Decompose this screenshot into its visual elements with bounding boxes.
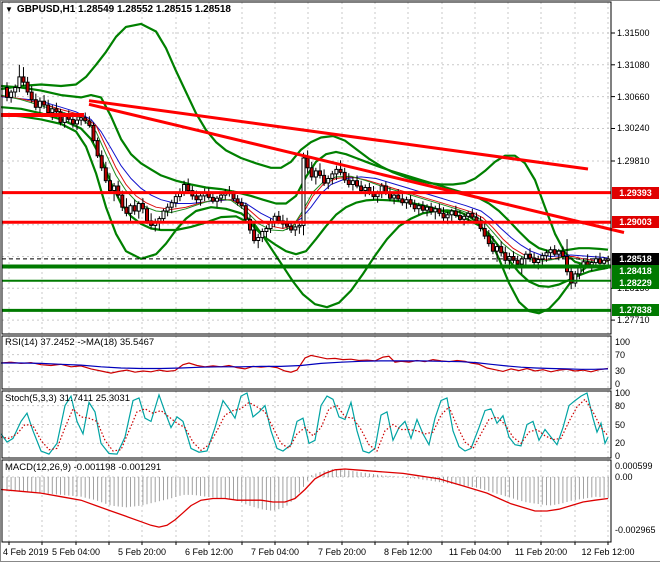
stoch-indicator-label: Stoch(5,3,3) 31.7411 25.3031 [5, 393, 131, 404]
chart-title: GBPUSD,H1 1.28549 1.28552 1.28515 1.2851… [16, 4, 231, 15]
rsi-series [1, 354, 609, 374]
macd-signal-line [1, 468, 609, 528]
chart-window: ▼ GBPUSD,H1 1.28549 1.28552 1.28515 1.28… [0, 0, 660, 562]
rsi-indicator-label: RSI(14) 37.2452 ->MA(18) 35.5467 [5, 337, 155, 348]
chart-canvas[interactable] [1, 1, 660, 561]
symbol-dropdown-icon[interactable]: ▼ [5, 5, 13, 15]
axis-tick-marks [611, 32, 615, 321]
macd-indicator-label: MACD(12,26,9) -0.001198 -0.001291 [5, 462, 162, 473]
chart-title-bar: ▼ GBPUSD,H1 1.28549 1.28552 1.28515 1.28… [5, 4, 231, 15]
